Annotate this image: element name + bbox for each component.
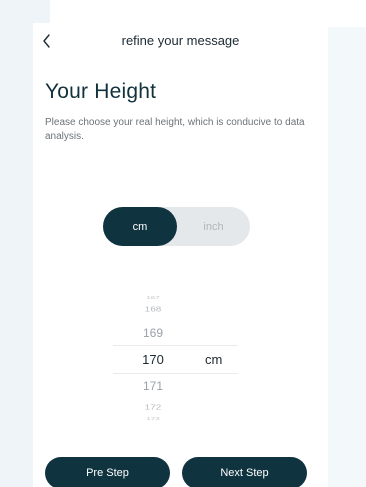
picker-value: 173 xyxy=(146,416,160,421)
picker-value: 167 xyxy=(146,295,160,300)
page-description: Please choose your real height, which is… xyxy=(45,117,305,142)
unit-option-inch[interactable]: inch xyxy=(177,207,250,246)
page-title: Your Height xyxy=(45,80,157,103)
picker-selection-line-top xyxy=(113,345,238,346)
background-left-panel xyxy=(0,0,50,20)
background-right-panel xyxy=(328,27,366,487)
picker-value[interactable]: 169 xyxy=(113,326,193,340)
height-picker[interactable]: 167 168 169 170 cm 171 172 173 xyxy=(113,293,238,423)
unit-option-cm[interactable]: cm xyxy=(103,207,177,246)
app-screen: refine your message Your Height Please c… xyxy=(33,23,328,487)
picker-value-selected[interactable]: 170 xyxy=(113,352,193,367)
pre-step-button[interactable]: Pre Step xyxy=(45,457,170,487)
next-step-button[interactable]: Next Step xyxy=(182,457,307,487)
picker-value[interactable]: 171 xyxy=(113,379,193,393)
picker-value[interactable]: 168 xyxy=(113,305,193,313)
picker-value[interactable]: 172 xyxy=(113,403,193,411)
picker-selection-line-bottom xyxy=(113,373,238,374)
picker-unit-label: cm xyxy=(205,352,223,367)
unit-toggle[interactable]: cm inch xyxy=(103,207,250,246)
header-title: refine your message xyxy=(121,33,240,48)
